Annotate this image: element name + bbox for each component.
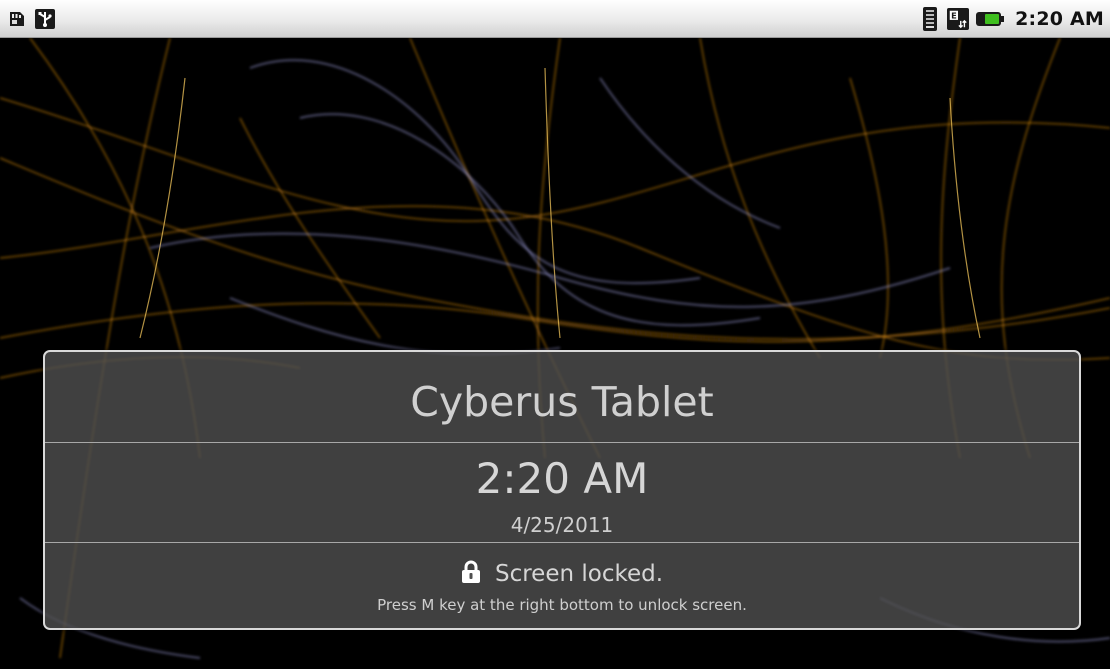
device-name: Cyberus Tablet [410, 378, 714, 426]
lock-screen-date: 4/25/2011 [510, 513, 614, 537]
data-transfer-icon: E [947, 8, 970, 30]
status-bar-right: E 2:20 AM [919, 6, 1104, 32]
battery-icon [975, 8, 1005, 30]
usb-icon [34, 8, 56, 30]
sd-card-icon [6, 8, 28, 30]
divider [45, 542, 1079, 543]
status-bar-clock: 2:20 AM [1015, 8, 1104, 30]
padlock-icon [461, 560, 481, 588]
svg-text:E: E [951, 11, 957, 21]
wifi-signal-icon [919, 7, 941, 31]
lock-status-row: Screen locked. [45, 557, 1079, 591]
unlock-hint: Press M key at the right bottom to unloc… [377, 596, 747, 614]
divider [45, 442, 1079, 443]
status-bar[interactable]: E 2:20 AM [0, 0, 1110, 38]
status-bar-left [6, 6, 56, 32]
lock-screen-panel: Cyberus Tablet 2:20 AM 4/25/2011 Screen … [43, 350, 1081, 630]
lock-screen-time: 2:20 AM [475, 454, 649, 503]
lock-status-text: Screen locked. [494, 561, 664, 587]
